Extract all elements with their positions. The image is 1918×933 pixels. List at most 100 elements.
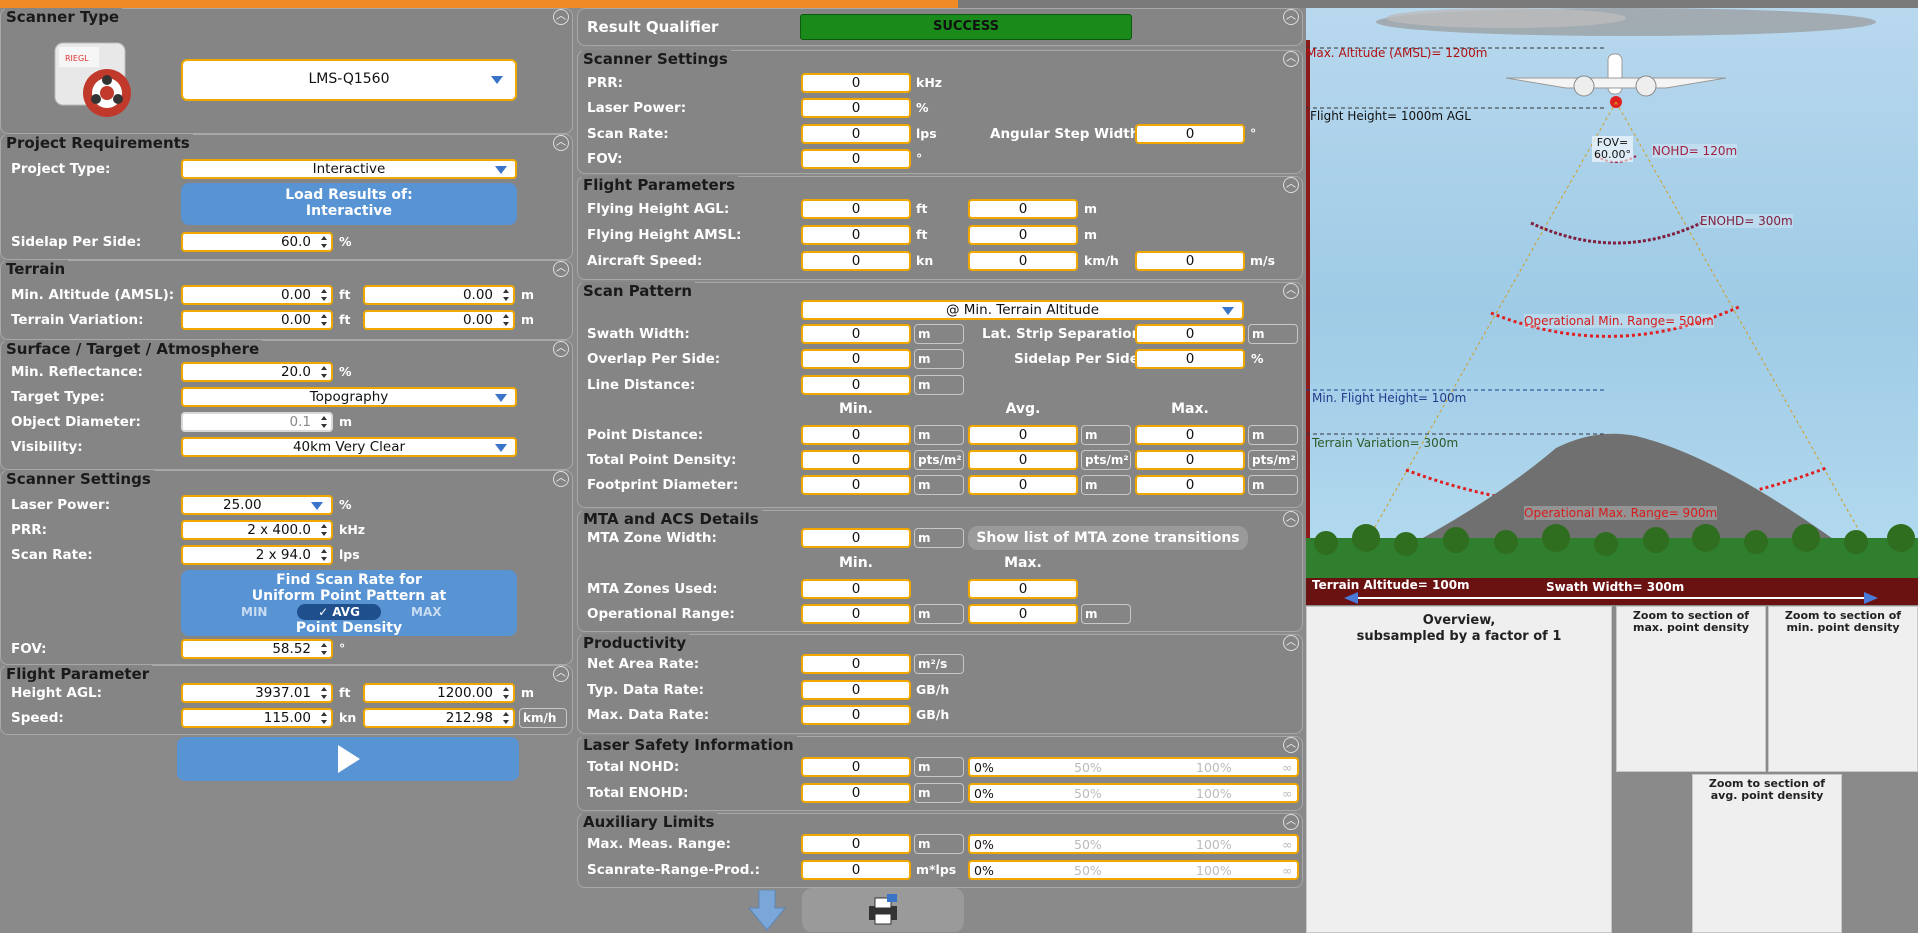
max-data-rate-output: 0 xyxy=(801,705,911,725)
speed-kmh-input[interactable]: 212.98 xyxy=(363,708,515,728)
section-title: Flight Parameters xyxy=(582,176,739,194)
target-type-select[interactable]: Topography xyxy=(181,387,517,407)
play-icon xyxy=(338,745,360,773)
collapse-icon[interactable]: ︿ xyxy=(553,471,569,487)
scanner-model-select[interactable]: LMS-Q1560 xyxy=(181,59,517,101)
unit-kmh: km/h xyxy=(1084,253,1119,268)
density-option-avg[interactable]: ✓ AVG xyxy=(297,604,381,620)
net-area-rate-output: 0 xyxy=(801,654,911,674)
fov-output: 0 xyxy=(801,149,911,169)
scanner-model-value: LMS-Q1560 xyxy=(308,71,390,87)
unit-m: m xyxy=(1248,324,1298,344)
overlap-label: Overlap Per Side: xyxy=(587,351,721,367)
unit-m: m xyxy=(914,783,964,803)
load-results-button[interactable]: Load Results of: Interactive xyxy=(181,183,517,225)
zoom-max-density-pane[interactable]: Zoom to section of max. point density xyxy=(1616,606,1766,772)
height-agl-ft-input[interactable]: 3937.01 xyxy=(181,683,333,703)
terrain-variation-m-input[interactable]: 0.00 xyxy=(363,310,515,330)
speed-kn-input[interactable]: 115.00 xyxy=(181,708,333,728)
sidelap-input[interactable]: 60.0 xyxy=(181,232,333,252)
collapse-icon[interactable]: ︿ xyxy=(1283,51,1299,67)
scan-pattern-mode-select[interactable]: @ Min. Terrain Altitude xyxy=(801,300,1244,320)
gauge-100: 100% xyxy=(1196,863,1232,878)
gauge-0: 0% xyxy=(974,786,994,801)
run-button[interactable] xyxy=(177,737,519,781)
target-type-label: Target Type: xyxy=(11,389,105,405)
point-distance-label: Point Distance: xyxy=(587,427,704,443)
collapse-icon[interactable]: ︿ xyxy=(553,261,569,277)
collapse-icon[interactable]: ︿ xyxy=(553,341,569,357)
collapse-icon[interactable]: ︿ xyxy=(553,135,569,151)
prr-input[interactable]: 2 x 400.0 xyxy=(181,520,333,540)
overview-pane[interactable]: Overview, subsampled by a factor of 1 xyxy=(1306,606,1612,933)
collapse-icon[interactable]: ︿ xyxy=(1283,814,1299,830)
footprint-diameter-max-output: 0 xyxy=(1135,475,1245,495)
height-agl-label: Height AGL: xyxy=(11,685,103,701)
result-qualifier-label: Result Qualifier xyxy=(587,18,719,36)
height-agl-m-input[interactable]: 1200.00 xyxy=(363,683,515,703)
chevron-down-icon xyxy=(311,502,323,510)
zoom-min-density-pane[interactable]: Zoom to section of min. point density xyxy=(1768,606,1918,772)
visibility-select[interactable]: 40km Very Clear xyxy=(181,437,517,457)
scan-rate-unit: lps xyxy=(916,126,937,141)
find-scan-rate-line1: Find Scan Rate for xyxy=(276,572,422,588)
total-point-density-avg-output: 0 xyxy=(968,450,1078,470)
section-title: Surface / Target / Atmosphere xyxy=(5,340,263,358)
scan-rate-output: 0 xyxy=(801,124,911,144)
flight-height-label: Flight Height= 1000m AGL xyxy=(1310,109,1471,123)
col-header-avg: Avg. xyxy=(1005,401,1041,417)
fov-input[interactable]: 58.52 xyxy=(181,639,333,659)
terrain-variation-label: Terrain Variation: xyxy=(11,312,144,328)
collapse-icon[interactable]: ︿ xyxy=(553,9,569,25)
scan-rate-input[interactable]: 2 x 94.0 xyxy=(181,545,333,565)
collapse-icon[interactable]: ︿ xyxy=(1283,511,1299,527)
footprint-diameter-avg-output: 0 xyxy=(968,475,1078,495)
find-scan-rate-button[interactable]: Find Scan Rate for Uniform Point Pattern… xyxy=(181,570,517,636)
section-scan-pattern: Scan Pattern ︿ @ Min. Terrain Altitude S… xyxy=(577,282,1303,508)
total-nohd-label: Total NOHD: xyxy=(587,759,680,775)
reflectance-unit: % xyxy=(339,364,352,379)
flying-height-agl-ft-output: 0 xyxy=(801,199,911,219)
gauge-100: 100% xyxy=(1196,837,1232,852)
collapse-icon[interactable]: ︿ xyxy=(1283,737,1299,753)
laser-power-select[interactable]: 25.00 xyxy=(181,495,333,515)
swath-width-output: 0 xyxy=(801,324,911,344)
section-title: Scanner Type xyxy=(5,8,123,26)
fov-label: FOV: xyxy=(11,641,47,657)
zoom-avg-density-pane[interactable]: Zoom to section of avg. point density xyxy=(1692,774,1842,933)
collapse-icon[interactable]: ︿ xyxy=(1283,635,1299,651)
gauge-100: 100% xyxy=(1196,786,1232,801)
download-arrow-icon[interactable] xyxy=(747,890,787,932)
density-option-max[interactable]: MAX xyxy=(411,604,441,620)
unit-ft: ft xyxy=(916,201,928,216)
section-mta-acs: MTA and ACS Details ︿ MTA Zone Width: 0 … xyxy=(577,510,1303,632)
collapse-icon[interactable]: ︿ xyxy=(1283,177,1299,193)
fov-annotation: FOV= 60.00° xyxy=(1592,136,1633,162)
laser-power-output: 0 xyxy=(801,98,911,118)
max-altitude-label: Max. Altitude (AMSL)= 1200m xyxy=(1306,46,1488,60)
unit-m: m xyxy=(1248,475,1298,495)
density-option-min[interactable]: MIN xyxy=(241,604,267,620)
typ-data-rate-unit: GB/h xyxy=(916,682,950,697)
collapse-icon[interactable]: ︿ xyxy=(1283,9,1299,25)
section-productivity: Productivity ︿ Net Area Rate: 0 m²/s Typ… xyxy=(577,634,1303,734)
footprint-diameter-min-output: 0 xyxy=(801,475,911,495)
section-title: Flight Parameter xyxy=(5,665,153,683)
collapse-icon[interactable]: ︿ xyxy=(1283,283,1299,299)
col-header-min: Min. xyxy=(838,401,873,417)
object-diameter-input[interactable]: 0.1 xyxy=(181,412,333,432)
min-altitude-ft-input[interactable]: 0.00 xyxy=(181,285,333,305)
gauge-infinity: ∞ xyxy=(1282,863,1293,878)
flight-geometry-scene: Max. Altitude (AMSL)= 1200m Flight Heigh… xyxy=(1306,8,1918,605)
min-reflectance-input[interactable]: 20.0 xyxy=(181,362,333,382)
print-button[interactable] xyxy=(802,888,964,932)
prr-label: PRR: xyxy=(587,75,624,91)
min-altitude-m-input[interactable]: 0.00 xyxy=(363,285,515,305)
terrain-variation-ft-input[interactable]: 0.00 xyxy=(181,310,333,330)
show-mta-transitions-button[interactable]: Show list of MTA zone transitions xyxy=(968,526,1248,550)
project-type-select[interactable]: Interactive xyxy=(181,159,517,179)
laser-power-unit: % xyxy=(339,497,352,512)
collapse-icon[interactable]: ︿ xyxy=(553,666,569,682)
section-result-scanner-settings: Scanner Settings ︿ PRR: 0 kHz Laser Powe… xyxy=(577,50,1303,174)
gauge-infinity: ∞ xyxy=(1282,786,1293,801)
